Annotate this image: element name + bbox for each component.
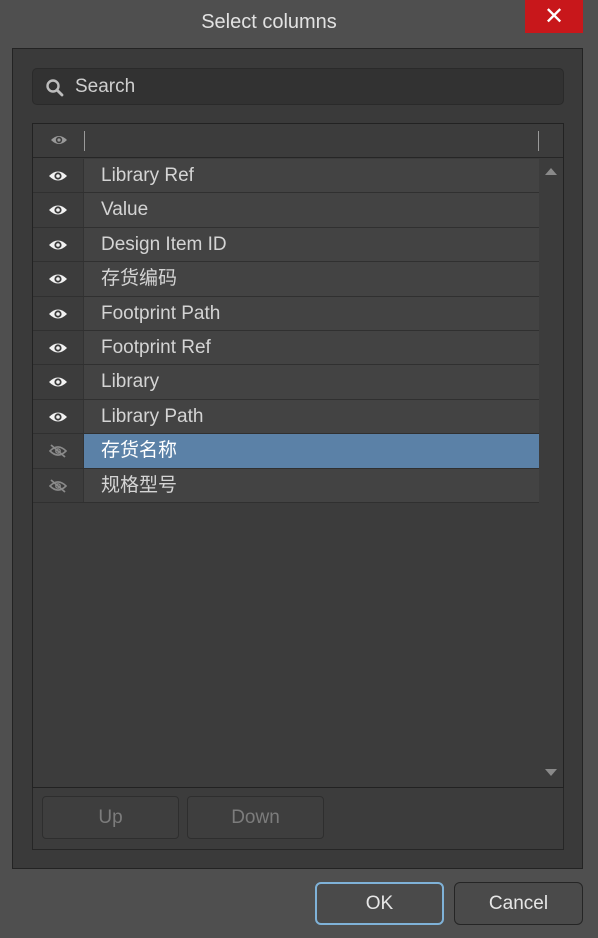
eye-icon[interactable] bbox=[33, 193, 84, 227]
scroll-down-arrow-icon[interactable] bbox=[545, 769, 557, 776]
column-list: Library Ref Value Design Item ID 存货编码 Footpr… bbox=[33, 159, 539, 503]
column-name: Design Item ID bbox=[101, 233, 227, 255]
move-up-button[interactable]: Up bbox=[42, 796, 179, 839]
table-row[interactable]: Footprint Path bbox=[33, 296, 539, 331]
table-row[interactable]: 存货编码 bbox=[33, 262, 539, 297]
close-icon: ✕ bbox=[543, 2, 565, 30]
search-icon bbox=[46, 79, 64, 97]
title-bar: Select columns ✕ bbox=[0, 0, 598, 46]
column-name: Footprint Path bbox=[101, 302, 221, 324]
eye-icon[interactable] bbox=[33, 159, 84, 193]
ok-button[interactable]: OK bbox=[315, 882, 444, 925]
table-row[interactable]: Library Path bbox=[33, 399, 539, 435]
column-name: 规格型号 bbox=[101, 474, 178, 496]
table-header bbox=[33, 124, 563, 158]
column-divider[interactable] bbox=[84, 131, 85, 151]
table-row[interactable]: 规格型号 bbox=[33, 468, 539, 503]
eye-off-icon[interactable] bbox=[33, 434, 84, 468]
column-name: Library Ref bbox=[101, 165, 194, 186]
table-row[interactable]: Value bbox=[33, 193, 539, 228]
eye-icon[interactable] bbox=[33, 330, 84, 365]
eye-icon[interactable] bbox=[33, 296, 84, 330]
eye-icon[interactable] bbox=[33, 399, 84, 434]
column-name: Library bbox=[101, 371, 160, 393]
vertical-scrollbar[interactable] bbox=[539, 159, 563, 787]
reorder-bar: Up Down bbox=[32, 788, 564, 850]
eye-off-icon[interactable] bbox=[33, 468, 84, 502]
search-box[interactable] bbox=[32, 68, 564, 105]
column-name: 存货编码 bbox=[101, 268, 178, 290]
column-name: Value bbox=[101, 199, 149, 221]
eye-icon[interactable] bbox=[50, 133, 68, 147]
scroll-up-arrow-icon[interactable] bbox=[545, 168, 557, 175]
cancel-button[interactable]: Cancel bbox=[454, 882, 583, 925]
columns-table: Library Ref Value Design Item ID 存货编码 Footpr… bbox=[32, 123, 564, 788]
close-button[interactable]: ✕ bbox=[525, 0, 583, 33]
table-row[interactable]: 存货名称 bbox=[33, 434, 539, 469]
move-down-button[interactable]: Down bbox=[187, 796, 324, 839]
column-divider[interactable] bbox=[538, 131, 539, 151]
table-row[interactable]: Footprint Ref bbox=[33, 330, 539, 366]
dialog-title: Select columns bbox=[201, 11, 337, 33]
column-name: Library Path bbox=[101, 405, 204, 427]
eye-icon[interactable] bbox=[33, 365, 84, 399]
column-name: 存货名称 bbox=[101, 440, 178, 462]
table-row[interactable]: Design Item ID bbox=[33, 227, 539, 263]
table-row[interactable]: Library Ref bbox=[33, 159, 539, 194]
column-name: Footprint Ref bbox=[101, 336, 211, 358]
eye-icon[interactable] bbox=[33, 262, 84, 296]
table-row[interactable]: Library bbox=[33, 365, 539, 400]
search-input[interactable] bbox=[75, 69, 555, 104]
eye-icon[interactable] bbox=[33, 227, 84, 262]
dialog-panel: Library Ref Value Design Item ID 存货编码 Footpr… bbox=[12, 48, 583, 869]
